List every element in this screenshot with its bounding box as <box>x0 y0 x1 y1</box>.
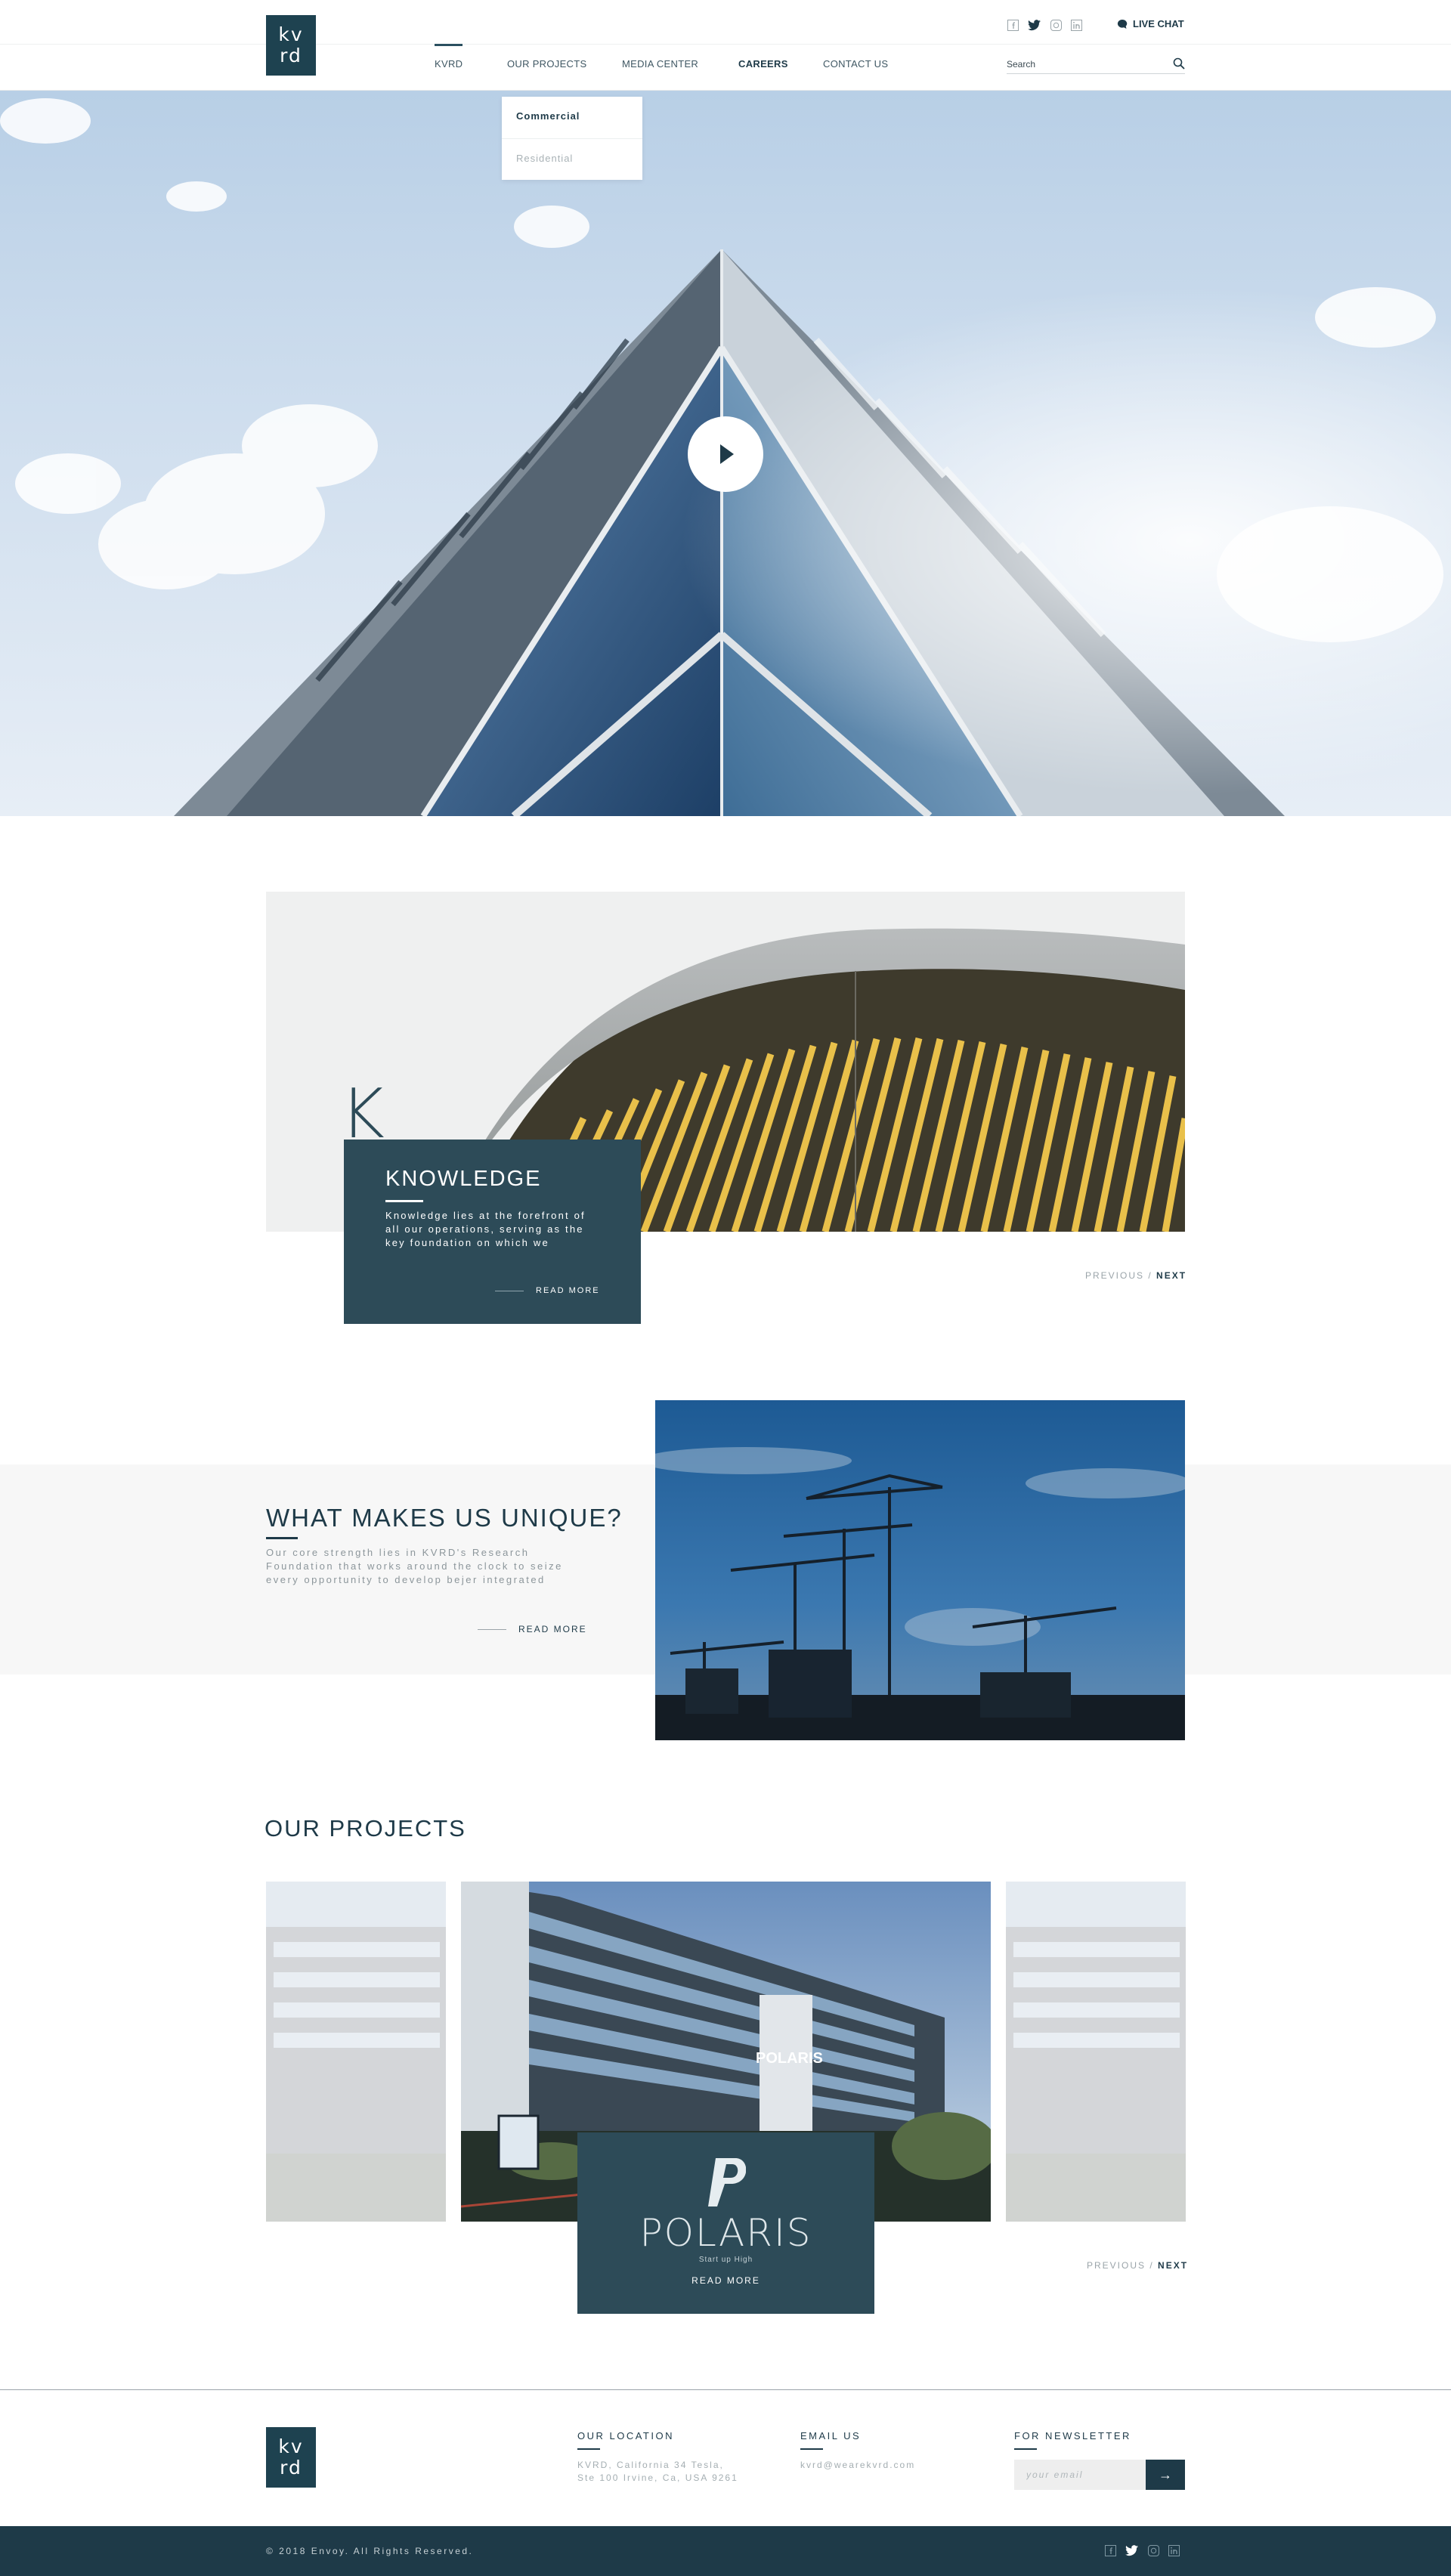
project-slide-next[interactable] <box>1006 1882 1186 2222</box>
project-thumb-image <box>266 1882 446 2222</box>
unique-title: WHAT MAKES US UNIQUE? <box>266 1504 623 1532</box>
hero-banner <box>0 91 1451 816</box>
unique-read-more-link[interactable]: READ MORE <box>478 1624 587 1634</box>
nav-item-careers[interactable]: CAREERS <box>738 58 788 70</box>
facebook-icon[interactable] <box>1007 20 1019 31</box>
live-chat-button[interactable]: LIVE CHAT <box>1117 18 1184 29</box>
twitter-icon[interactable] <box>1125 2545 1139 2556</box>
twitter-icon[interactable] <box>1028 20 1041 31</box>
knowledge-title-underline <box>385 1200 423 1202</box>
cranes-image-art <box>655 1400 1185 1740</box>
location-heading-underline <box>577 2448 600 2450</box>
projects-previous-link[interactable]: PREVIOUS <box>1087 2260 1146 2271</box>
header-social-links <box>1007 20 1082 31</box>
newsletter-heading: FOR NEWSLETTER <box>1014 2430 1131 2441</box>
projects-title: OUR PROJECTS <box>265 1815 466 1842</box>
location-heading: OUR LOCATION <box>577 2430 674 2441</box>
dropdown-item-commercial[interactable]: Commercial <box>516 110 580 122</box>
play-icon <box>720 444 734 464</box>
location-address: KVRD, California 34 Tesla, Ste 100 Irvin… <box>577 2459 738 2485</box>
footer-kvrd-logo[interactable]: kv rd <box>266 2427 316 2488</box>
knowledge-next-link[interactable]: NEXT <box>1156 1270 1186 1281</box>
copyright-text: © 2018 Envoy. All Rights Reserved. <box>266 2546 474 2556</box>
unique-text: Our core strength lies in KVRD's Researc… <box>266 1547 563 1585</box>
dropdown-item-residential[interactable]: Residential <box>516 153 573 164</box>
read-more-label: READ MORE <box>518 1624 587 1634</box>
instagram-icon[interactable] <box>1050 20 1062 31</box>
dropdown-divider <box>502 138 642 139</box>
nav-active-indicator <box>435 44 463 46</box>
knowledge-title: KNOWLEDGE <box>385 1167 542 1191</box>
unique-title-underline <box>266 1537 298 1539</box>
knowledge-initial-letter: K <box>340 1075 385 1154</box>
logo-top-text: kv <box>278 23 304 45</box>
project-name: POLARIS <box>639 2211 812 2255</box>
construction-cranes-image <box>655 1400 1185 1740</box>
search-icon[interactable] <box>1173 57 1185 70</box>
instagram-icon[interactable] <box>1148 2545 1159 2556</box>
project-slide-prev[interactable] <box>266 1882 446 2222</box>
nav-item-contact-us[interactable]: CONTACT US <box>823 58 888 70</box>
knowledge-read-more-link[interactable]: READ MORE <box>495 1286 600 1295</box>
newsletter-form: → <box>1014 2460 1185 2490</box>
chat-bubble-icon <box>1117 19 1128 29</box>
linkedin-icon[interactable] <box>1071 20 1082 31</box>
read-more-label: READ MORE <box>536 1286 600 1295</box>
pager-slash: / <box>1148 1270 1152 1281</box>
footer-bottom-bar: © 2018 Envoy. All Rights Reserved. <box>0 2526 1451 2576</box>
email-heading-underline <box>800 2448 823 2450</box>
read-more-line <box>478 1628 506 1630</box>
projects-pager: PREVIOUS / NEXT <box>1087 2260 1188 2271</box>
search-input[interactable] <box>1007 56 1158 73</box>
newsletter-email-input[interactable] <box>1014 2460 1146 2490</box>
polaris-project-card: POLARIS Start up High READ MORE <box>577 2132 874 2314</box>
nav-item-kvrd[interactable]: KVRD <box>435 58 463 70</box>
header-divider <box>0 44 1451 45</box>
address-line-2: Ste 100 Irvine, Ca, USA 9261 <box>577 2472 738 2483</box>
polaris-logo-icon <box>708 2158 746 2206</box>
newsletter-submit-button[interactable]: → <box>1146 2460 1185 2490</box>
project-thumb-image <box>1006 1882 1186 2222</box>
knowledge-previous-link[interactable]: PREVIOUS <box>1085 1270 1144 1281</box>
knowledge-text: Knowledge lies at the forefront of all o… <box>385 1210 586 1248</box>
address-line-1: KVRD, California 34 Tesla, <box>577 2460 724 2470</box>
project-tagline: Start up High <box>698 2256 753 2264</box>
play-video-button[interactable] <box>688 416 763 492</box>
logo-bottom-text: rd <box>280 45 302 66</box>
email-link[interactable]: kvrd@wearekvrd.com <box>800 2459 915 2472</box>
building-sign-text: POLARIS <box>756 2050 823 2067</box>
footer-social-links <box>1105 2545 1180 2556</box>
email-heading: EMAIL US <box>800 2430 862 2441</box>
nav-item-our-projects[interactable]: OUR PROJECTS <box>507 58 586 70</box>
search-box <box>1007 56 1185 74</box>
logo-bottom-text: rd <box>280 2457 302 2479</box>
knowledge-pager: PREVIOUS / NEXT <box>1085 1270 1186 1281</box>
live-chat-label: LIVE CHAT <box>1133 18 1184 29</box>
site-header: kv rd LIVE CHAT KVRD OUR PROJECTS MEDIA … <box>0 0 1451 91</box>
facebook-icon[interactable] <box>1105 2545 1116 2556</box>
footer-divider <box>0 2389 1451 2390</box>
project-read-more-link[interactable]: READ MORE <box>577 2275 874 2286</box>
newsletter-heading-underline <box>1014 2448 1037 2450</box>
nav-item-media-center[interactable]: MEDIA CENTER <box>622 58 698 70</box>
linkedin-icon[interactable] <box>1168 2545 1180 2556</box>
kvrd-logo[interactable]: kv rd <box>266 15 316 76</box>
projects-dropdown-menu: Commercial Residential <box>502 97 642 180</box>
logo-top-text: kv <box>278 2435 304 2457</box>
projects-next-link[interactable]: NEXT <box>1158 2260 1188 2271</box>
pager-slash: / <box>1149 2260 1154 2271</box>
knowledge-card: KNOWLEDGE Knowledge lies at the forefron… <box>344 1140 641 1324</box>
